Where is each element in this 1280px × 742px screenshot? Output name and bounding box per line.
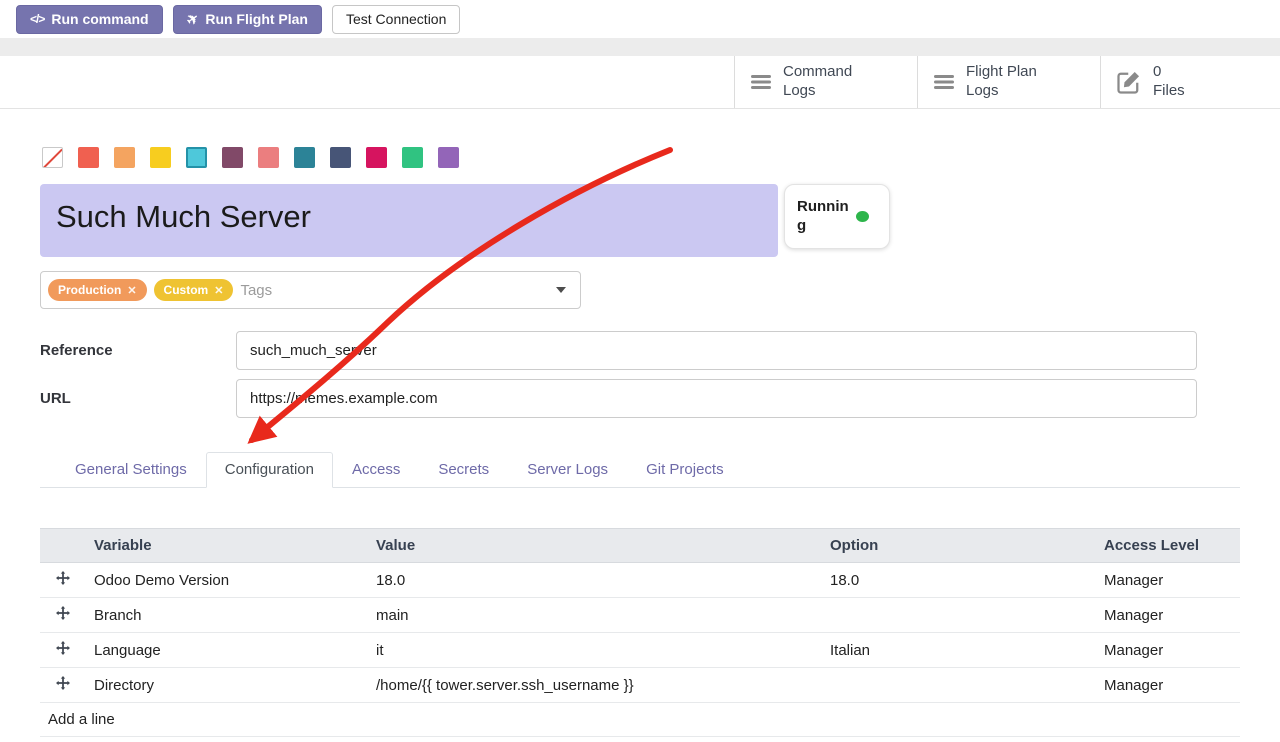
top-toolbar: </> Run command ✈ Run Flight Plan Test C… [0, 0, 1280, 38]
column-header-option[interactable]: Option [822, 529, 1096, 563]
status-button[interactable]: Running [784, 184, 890, 249]
color-swatch[interactable] [114, 147, 135, 168]
status-label: Running [797, 198, 849, 236]
tab-access[interactable]: Access [333, 452, 419, 488]
table-row[interactable]: Odoo Demo Version 18.0 18.0 Manager [40, 563, 1240, 598]
list-icon [934, 75, 954, 89]
cell-variable: Odoo Demo Version [86, 563, 368, 598]
test-connection-button[interactable]: Test Connection [332, 5, 460, 34]
drag-handle-icon[interactable] [56, 641, 70, 655]
cell-access: Manager [1096, 598, 1240, 633]
server-name-field[interactable]: Such Much Server [40, 184, 778, 257]
files-label: Files [1153, 82, 1185, 99]
tab-server-logs[interactable]: Server Logs [508, 452, 627, 488]
cell-value: 18.0 [368, 563, 822, 598]
add-line-row[interactable]: Add a line [40, 703, 1240, 737]
remove-tag-icon[interactable]: ✕ [127, 284, 136, 297]
url-label: URL [40, 390, 236, 407]
chevron-down-icon[interactable] [556, 287, 566, 293]
tag-label: Custom [164, 283, 209, 297]
color-swatch[interactable] [330, 147, 351, 168]
tab-bar: General Settings Configuration Access Se… [40, 452, 1240, 488]
tab-general-settings[interactable]: General Settings [56, 452, 206, 488]
handle-column-header [40, 529, 86, 563]
color-swatch[interactable] [78, 147, 99, 168]
color-swatch[interactable] [150, 147, 171, 168]
drag-handle-icon[interactable] [56, 676, 70, 690]
cell-access: Manager [1096, 633, 1240, 668]
tab-git-projects[interactable]: Git Projects [627, 452, 743, 488]
command-logs-button[interactable]: Command Logs [734, 56, 917, 108]
tab-secrets[interactable]: Secrets [419, 452, 508, 488]
code-icon: </> [30, 12, 44, 26]
color-palette [42, 147, 1240, 168]
stats-header: Command Logs Flight Plan Logs 0 Files [0, 56, 1280, 109]
tag-label: Production [58, 283, 121, 297]
tags-placeholder: Tags [240, 282, 272, 299]
cell-value: /home/{{ tower.server.ssh_username }} [368, 668, 822, 703]
table-row[interactable]: Language it Italian Manager [40, 633, 1240, 668]
files-count: 0 [1153, 63, 1161, 80]
color-swatch[interactable] [402, 147, 423, 168]
column-header-value[interactable]: Value [368, 529, 822, 563]
cell-value: main [368, 598, 822, 633]
cell-option: 18.0 [822, 563, 1096, 598]
color-swatch[interactable] [438, 147, 459, 168]
run-flight-plan-label: Run Flight Plan [205, 11, 308, 27]
color-swatch[interactable] [366, 147, 387, 168]
tag-production[interactable]: Production ✕ [48, 279, 147, 301]
color-swatch[interactable] [258, 147, 279, 168]
color-swatch-none[interactable] [42, 147, 63, 168]
cell-variable: Branch [86, 598, 368, 633]
status-dot-icon [856, 211, 869, 222]
run-command-button[interactable]: </> Run command [16, 5, 163, 34]
column-header-variable[interactable]: Variable [86, 529, 368, 563]
drag-handle-icon[interactable] [56, 571, 70, 585]
edit-icon [1117, 70, 1141, 94]
add-line-link[interactable]: Add a line [40, 703, 1240, 737]
cell-option [822, 668, 1096, 703]
color-swatch[interactable] [294, 147, 315, 168]
list-icon [751, 75, 771, 89]
cell-access: Manager [1096, 668, 1240, 703]
table-header-row: Variable Value Option Access Level [40, 529, 1240, 563]
test-connection-label: Test Connection [346, 11, 446, 27]
reference-label: Reference [40, 342, 236, 359]
color-swatch-selected[interactable] [186, 147, 207, 168]
main-content: Such Much Server Running Production ✕ Cu… [0, 147, 1280, 737]
run-flight-plan-button[interactable]: ✈ Run Flight Plan [173, 5, 322, 34]
cell-access: Manager [1096, 563, 1240, 598]
cell-option: Italian [822, 633, 1096, 668]
tag-custom[interactable]: Custom ✕ [154, 279, 234, 301]
table-row[interactable]: Directory /home/{{ tower.server.ssh_user… [40, 668, 1240, 703]
tags-select[interactable]: Production ✕ Custom ✕ Tags [40, 271, 581, 309]
run-command-label: Run command [51, 11, 148, 27]
plane-icon: ✈ [183, 9, 202, 30]
tab-configuration[interactable]: Configuration [206, 452, 333, 488]
cell-option [822, 598, 1096, 633]
drag-handle-icon[interactable] [56, 606, 70, 620]
column-header-access[interactable]: Access Level [1096, 529, 1240, 563]
command-logs-label: Command Logs [783, 63, 871, 101]
cell-variable: Directory [86, 668, 368, 703]
cell-value: it [368, 633, 822, 668]
color-swatch[interactable] [222, 147, 243, 168]
url-input[interactable] [236, 379, 1197, 418]
remove-tag-icon[interactable]: ✕ [214, 284, 223, 297]
flight-plan-logs-button[interactable]: Flight Plan Logs [917, 56, 1100, 108]
top-divider-band [0, 38, 1280, 56]
table-row[interactable]: Branch main Manager [40, 598, 1240, 633]
cell-variable: Language [86, 633, 368, 668]
files-button[interactable]: 0 Files [1100, 56, 1280, 108]
configuration-table: Variable Value Option Access Level Odoo … [40, 528, 1240, 737]
reference-input[interactable] [236, 331, 1197, 370]
flight-plan-logs-label: Flight Plan Logs [966, 63, 1054, 101]
